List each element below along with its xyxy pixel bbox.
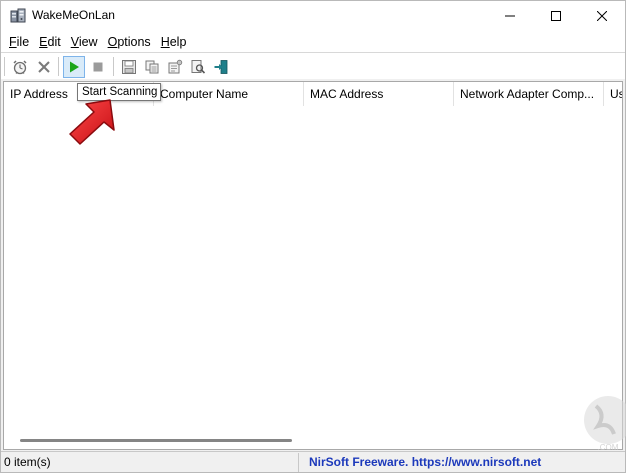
delete-button[interactable] [33, 56, 55, 78]
find-button[interactable] [187, 56, 209, 78]
toolbar-separator [4, 57, 5, 76]
menu-file[interactable]: File [5, 35, 33, 49]
properties-button[interactable] [164, 56, 186, 78]
toolbar-separator [58, 57, 59, 76]
alarm-clock-icon [13, 60, 27, 75]
column-header-computer-name[interactable]: Computer Name [154, 82, 304, 106]
toolbar-separator [113, 57, 114, 76]
menu-edit[interactable]: Edit [35, 35, 65, 49]
status-bar: 0 item(s) NirSoft Freeware. https://www.… [1, 451, 625, 472]
find-icon [191, 60, 206, 74]
minimize-icon [505, 15, 515, 17]
save-button[interactable] [118, 56, 140, 78]
delete-icon [38, 61, 50, 73]
stop-icon [93, 62, 103, 72]
annotation-arrow-icon [69, 99, 115, 145]
copy-button[interactable] [141, 56, 163, 78]
menu-help[interactable]: Help [157, 35, 191, 49]
menu-bar: File Edit View Options Help [1, 31, 625, 52]
maximize-icon [551, 11, 561, 21]
wake-up-button[interactable] [9, 56, 31, 78]
item-count: 0 item(s) [3, 453, 299, 472]
save-icon [122, 60, 136, 74]
column-header-user[interactable]: Use [604, 82, 622, 106]
close-button[interactable] [579, 1, 625, 31]
app-window: WakeMeOnLan File Edit View Options Help [0, 0, 626, 473]
watermark-logo-icon: .COM [584, 396, 626, 452]
properties-icon [168, 59, 183, 74]
maximize-button[interactable] [533, 1, 579, 31]
exit-button[interactable] [210, 56, 232, 78]
menu-view[interactable]: View [67, 35, 102, 49]
stop-scanning-button[interactable] [87, 56, 109, 78]
minimize-button[interactable] [487, 1, 533, 31]
title-bar[interactable]: WakeMeOnLan [1, 1, 625, 31]
close-icon [597, 11, 607, 21]
nirsoft-link[interactable]: NirSoft Freeware. https://www.nirsoft.ne… [309, 453, 541, 472]
svg-text:.COM: .COM [598, 443, 619, 452]
copy-icon [145, 60, 159, 74]
horizontal-scrollbar[interactable] [20, 439, 292, 442]
toolbar [1, 52, 625, 79]
column-header-mac-address[interactable]: MAC Address [304, 82, 454, 106]
start-scanning-button[interactable] [63, 56, 85, 78]
exit-icon [214, 60, 228, 74]
app-icon [10, 8, 26, 23]
play-icon [70, 61, 79, 73]
menu-options[interactable]: Options [104, 35, 155, 49]
column-header-network-adapter[interactable]: Network Adapter Comp... [454, 82, 604, 106]
window-title: WakeMeOnLan [32, 8, 115, 22]
